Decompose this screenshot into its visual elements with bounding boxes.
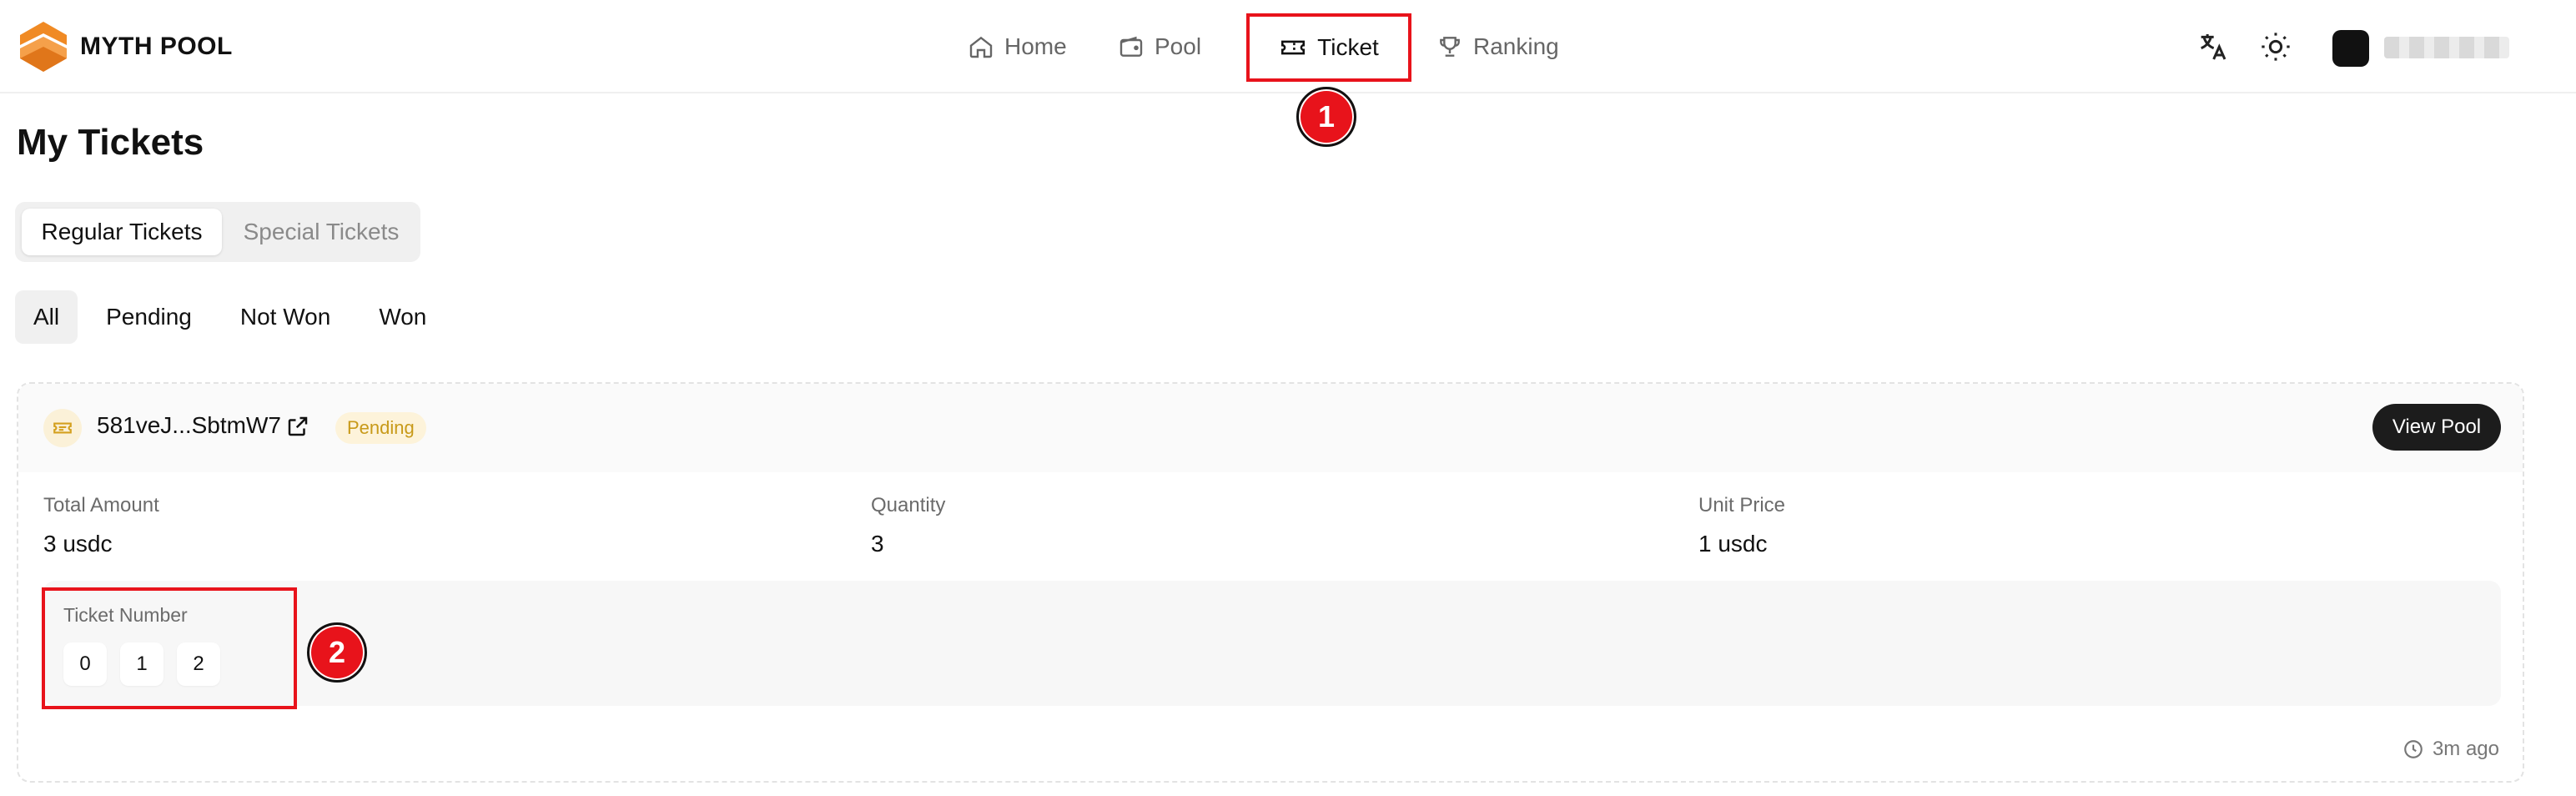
status-badge: Pending bbox=[335, 412, 426, 444]
ticket-icon bbox=[1281, 40, 1306, 55]
quantity-value: 3 bbox=[871, 531, 884, 557]
filter-all[interactable]: All bbox=[15, 290, 78, 344]
total-amount-value: 3 usdc bbox=[43, 531, 113, 557]
main-nav: Home Pool bbox=[968, 18, 1243, 75]
view-pool-button[interactable]: View Pool bbox=[2372, 404, 2501, 451]
nav-ranking-label: Ranking bbox=[1473, 33, 1559, 59]
timestamp: 3m ago bbox=[2402, 738, 2499, 761]
myth-pool-logo-icon bbox=[20, 22, 67, 72]
annotation-highlight-box bbox=[42, 587, 297, 709]
nav-pool[interactable]: Pool bbox=[1118, 18, 1210, 75]
tab-special-tickets[interactable]: Special Tickets bbox=[229, 209, 414, 255]
page-title: My Tickets bbox=[17, 122, 204, 163]
nav-home[interactable]: Home bbox=[968, 18, 1084, 75]
ticket-card: 581veJ...SbtmW7 Pending View Pool Total … bbox=[17, 382, 2524, 783]
unit-price-value: 1 usdc bbox=[1698, 531, 1768, 557]
annotation-marker-2: 2 bbox=[307, 622, 367, 683]
ticket-badge bbox=[43, 409, 82, 447]
nav-pool-label: Pool bbox=[1155, 33, 1202, 59]
username-redacted[interactable] bbox=[2384, 37, 2509, 58]
brand-name: MYTH POOL bbox=[80, 33, 233, 60]
nav-home-label: Home bbox=[1004, 33, 1067, 59]
nav-ticket[interactable]: Ticket bbox=[1246, 13, 1411, 82]
unit-price-label: Unit Price bbox=[1698, 494, 1786, 516]
sun-icon[interactable] bbox=[2259, 30, 2292, 63]
ticket-number-panel bbox=[43, 581, 2501, 706]
nav-ranking[interactable]: Ranking bbox=[1436, 18, 1559, 75]
tab-regular-tickets[interactable]: Regular Tickets bbox=[22, 209, 222, 255]
filter-won[interactable]: Won bbox=[359, 290, 446, 344]
clock-icon bbox=[2404, 740, 2423, 758]
annotation-marker-1: 1 bbox=[1296, 87, 1356, 147]
wallet-icon bbox=[1119, 36, 1143, 57]
nav-ticket-label: Ticket bbox=[1317, 34, 1379, 60]
external-link-icon[interactable] bbox=[285, 414, 310, 439]
ticket-type-tabs: Regular Tickets Special Tickets bbox=[15, 202, 420, 262]
translate-icon[interactable] bbox=[2196, 30, 2229, 63]
trophy-icon bbox=[1440, 37, 1460, 57]
user-avatar[interactable] bbox=[2332, 30, 2369, 67]
filter-not-won[interactable]: Not Won bbox=[220, 290, 350, 344]
top-header: MYTH POOL Home Pool Ticket Ranking bbox=[0, 0, 2576, 93]
home-icon bbox=[969, 36, 993, 58]
total-amount-label: Total Amount bbox=[43, 494, 159, 516]
ticket-icon bbox=[53, 422, 72, 434]
pool-id-link[interactable]: 581veJ...SbtmW7 bbox=[97, 412, 281, 439]
quantity-label: Quantity bbox=[871, 494, 946, 516]
timestamp-text: 3m ago bbox=[2432, 738, 2499, 760]
filter-pending[interactable]: Pending bbox=[86, 290, 212, 344]
status-filters: All Pending Not Won Won bbox=[15, 290, 455, 344]
brand-logo[interactable]: MYTH POOL bbox=[17, 20, 233, 73]
